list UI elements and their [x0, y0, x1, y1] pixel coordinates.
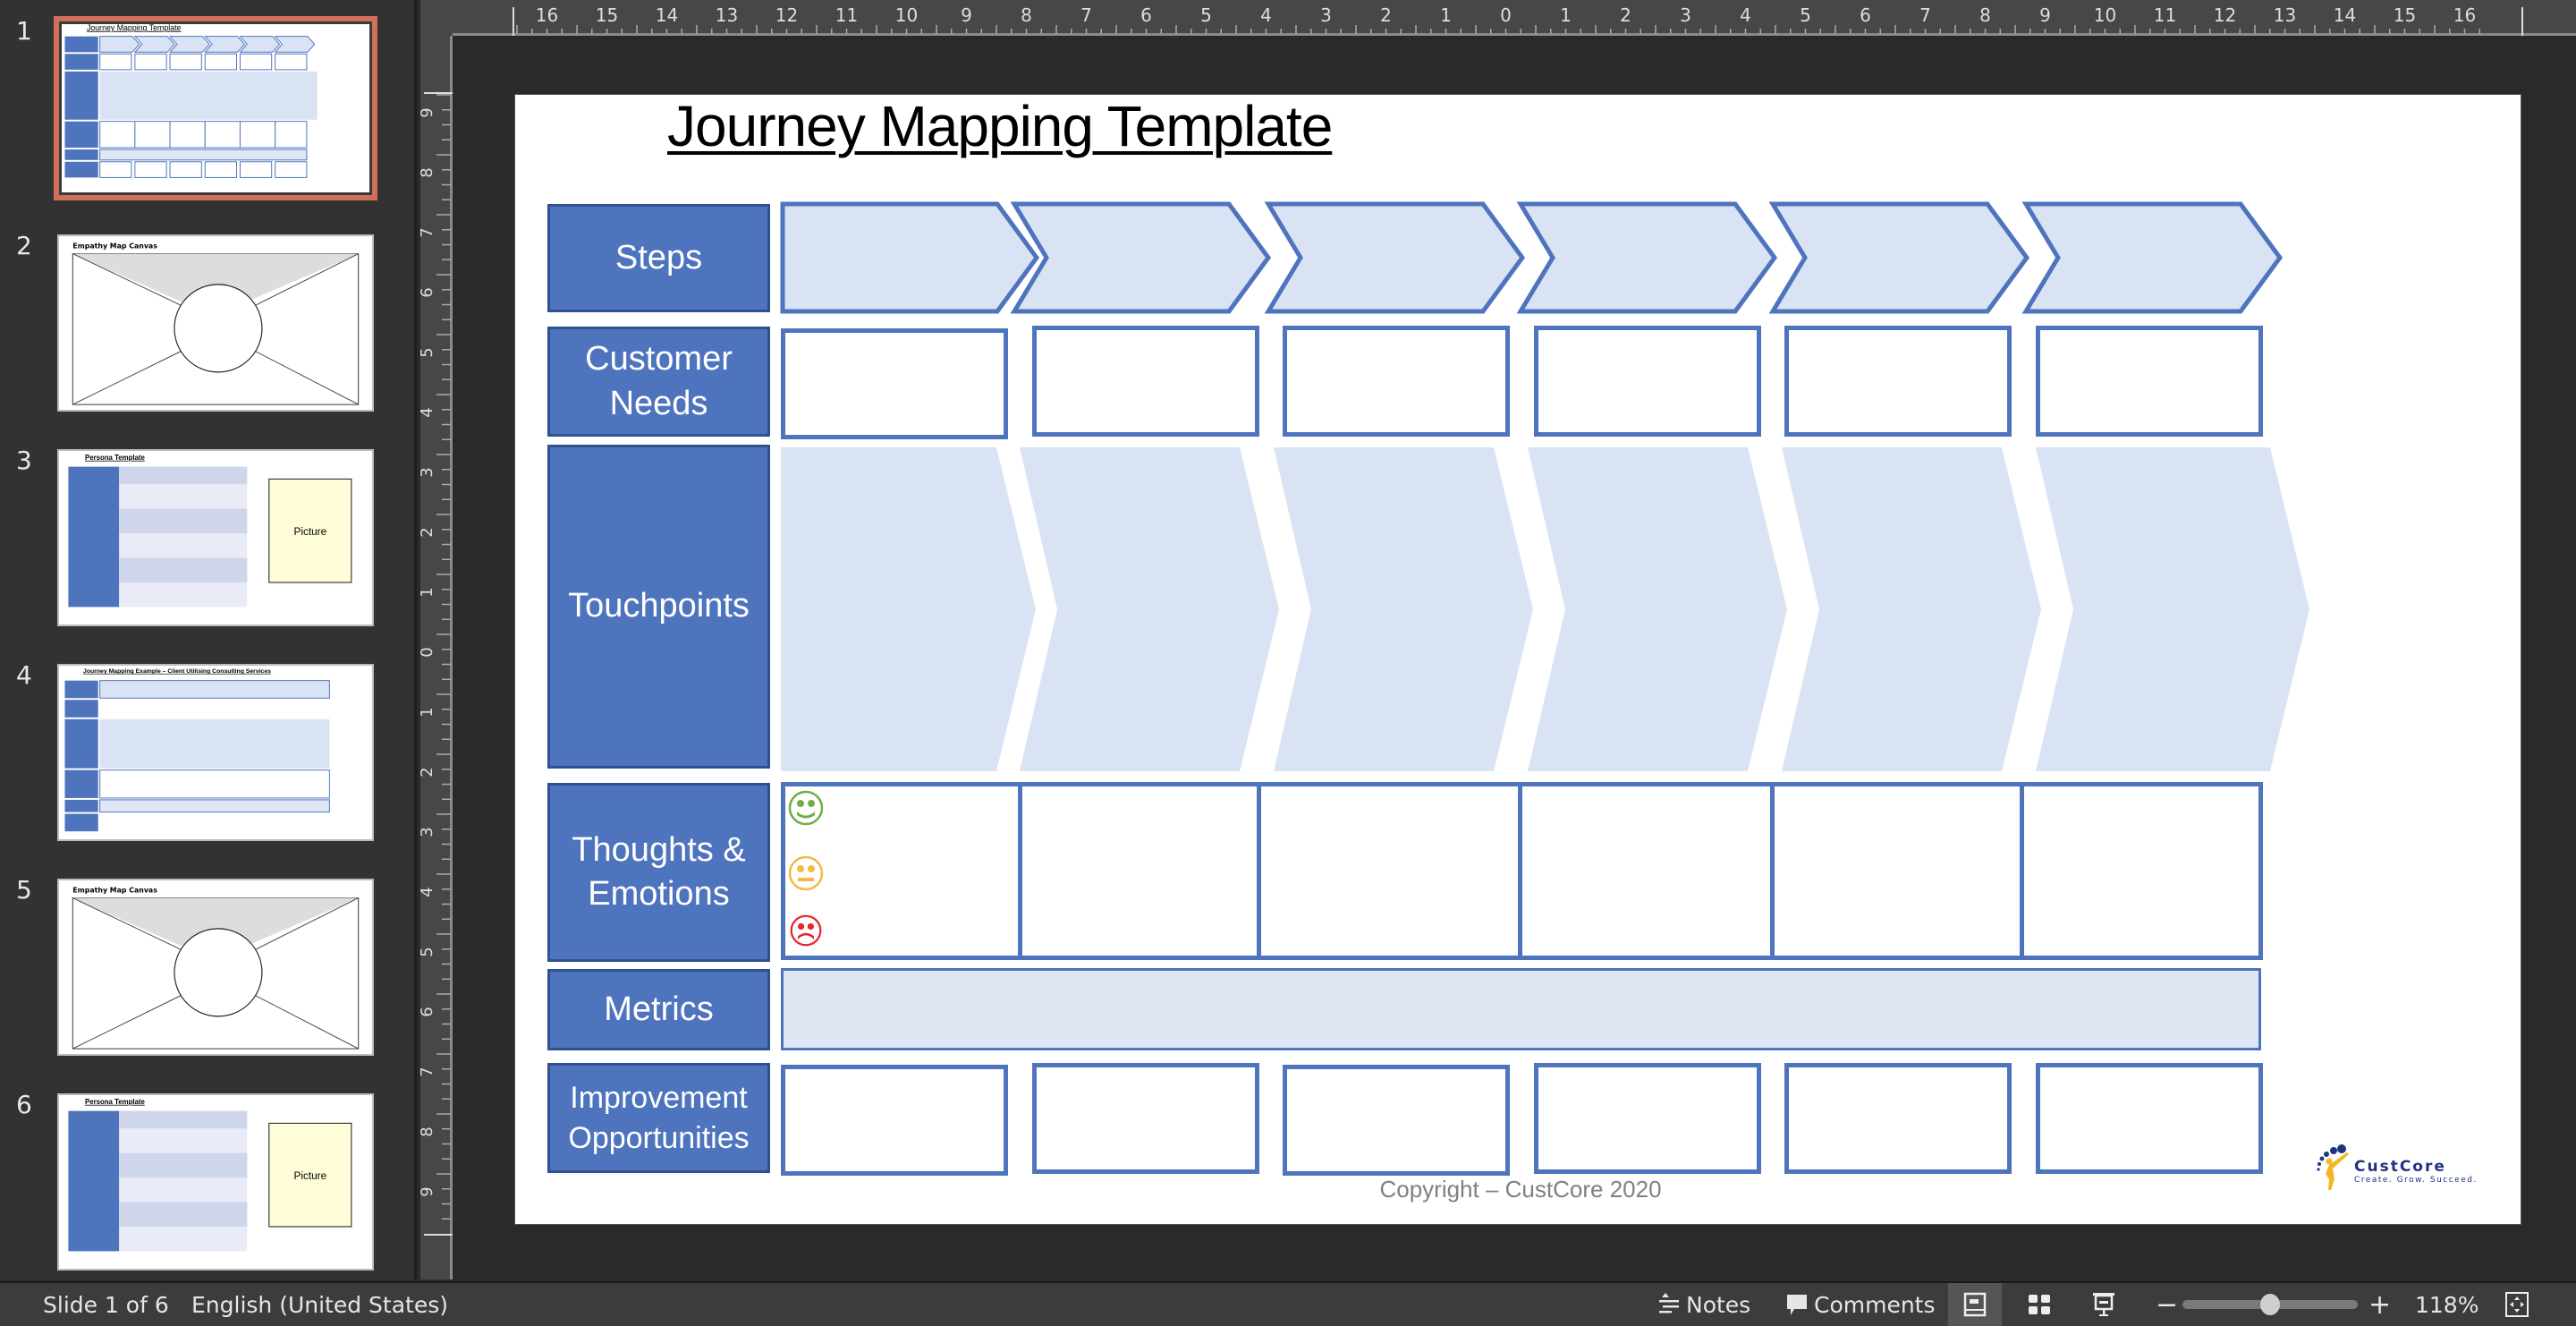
thoughts-cell-6[interactable]	[2020, 782, 2263, 960]
customer-needs-cell-5[interactable]	[1784, 326, 2012, 437]
zoom-out-button[interactable]: −	[2156, 1283, 2178, 1326]
comment-bubble-icon	[1787, 1295, 1807, 1315]
customer-needs-cell-4[interactable]	[1534, 326, 1761, 437]
powerpoint-window: 1 Journey Mapping Template 2 Empathy Map…	[0, 0, 2576, 1326]
fit-to-window-button[interactable]	[2504, 1283, 2529, 1326]
fit-window-icon	[2505, 1292, 2529, 1317]
improvement-cell-2[interactable]	[1032, 1063, 1259, 1174]
logo-figure-icon	[2317, 1144, 2349, 1190]
neutral-face-icon	[788, 855, 824, 891]
zoom-slider-handle[interactable]	[2260, 1294, 2280, 1315]
grid-view-icon	[2029, 1295, 2050, 1314]
step-chevron-5[interactable]	[1768, 201, 2030, 314]
zoom-level[interactable]: 118%	[2415, 1283, 2479, 1326]
comments-button[interactable]: Comments	[1785, 1283, 1936, 1326]
step-chevron-3[interactable]	[1264, 201, 1526, 314]
thoughts-cell-2[interactable]	[1018, 782, 1261, 960]
thoughts-cell-4[interactable]	[1518, 782, 1775, 960]
step-chevron-4[interactable]	[1516, 201, 1778, 314]
touchpoint-chevron-5[interactable]	[1782, 447, 2041, 771]
improvement-cell-6[interactable]	[2036, 1063, 2263, 1174]
normal-view-icon	[1963, 1292, 1987, 1317]
metrics-bar[interactable]	[781, 968, 2261, 1050]
thoughts-cell-5[interactable]	[1770, 782, 2024, 960]
touchpoint-chevron-2[interactable]	[1020, 447, 1279, 771]
customer-needs-cell-2[interactable]	[1032, 326, 1259, 437]
customer-needs-cell-6[interactable]	[2036, 326, 2263, 437]
customer-needs-cell-1[interactable]	[781, 328, 1008, 439]
zoom-in-button[interactable]: +	[2368, 1283, 2391, 1326]
normal-view-button[interactable]	[1948, 1283, 2002, 1326]
step-chevron-1[interactable]	[780, 201, 1040, 314]
logo-tagline: Create. Grow. Succeed.	[2354, 1176, 2478, 1185]
step-chevron-2[interactable]	[1010, 201, 1272, 314]
improvement-cell-1[interactable]	[781, 1065, 1008, 1176]
slideshow-button[interactable]	[2091, 1283, 2116, 1326]
touchpoint-chevron-6[interactable]	[2036, 447, 2309, 771]
comments-label: Comments	[1814, 1291, 1936, 1318]
copyright-text[interactable]: Copyright – CustCore 2020	[1342, 1176, 1699, 1203]
sad-face-icon	[790, 914, 822, 947]
improvement-cell-4[interactable]	[1534, 1063, 1761, 1174]
happy-face-icon	[788, 790, 824, 826]
touchpoint-chevron-4[interactable]	[1528, 447, 1787, 771]
improvement-cell-5[interactable]	[1784, 1063, 2012, 1174]
language-indicator[interactable]: English (United States)	[191, 1283, 448, 1326]
presenter-icon	[2093, 1293, 2114, 1316]
slide-sorter-button[interactable]	[2027, 1283, 2052, 1326]
thoughts-cell-3[interactable]	[1257, 782, 1522, 960]
notes-icon	[1659, 1293, 1679, 1313]
step-chevron-6[interactable]	[2021, 201, 2284, 314]
touchpoint-chevron-3[interactable]	[1274, 447, 1533, 771]
notes-button[interactable]: Notes	[1657, 1283, 1750, 1326]
slide-indicator: Slide 1 of 6	[43, 1291, 169, 1318]
notes-label: Notes	[1686, 1291, 1751, 1318]
improvement-cell-3[interactable]	[1283, 1065, 1510, 1176]
touchpoint-chevron-1[interactable]	[781, 447, 1036, 771]
custcore-logo[interactable]: CustCore Create. Grow. Succeed.	[2315, 1142, 2512, 1195]
customer-needs-cell-3[interactable]	[1283, 326, 1510, 437]
logo-name: CustCore	[2354, 1158, 2446, 1176]
status-bar: Slide 1 of 6 English (United States) Not…	[0, 1281, 2576, 1326]
